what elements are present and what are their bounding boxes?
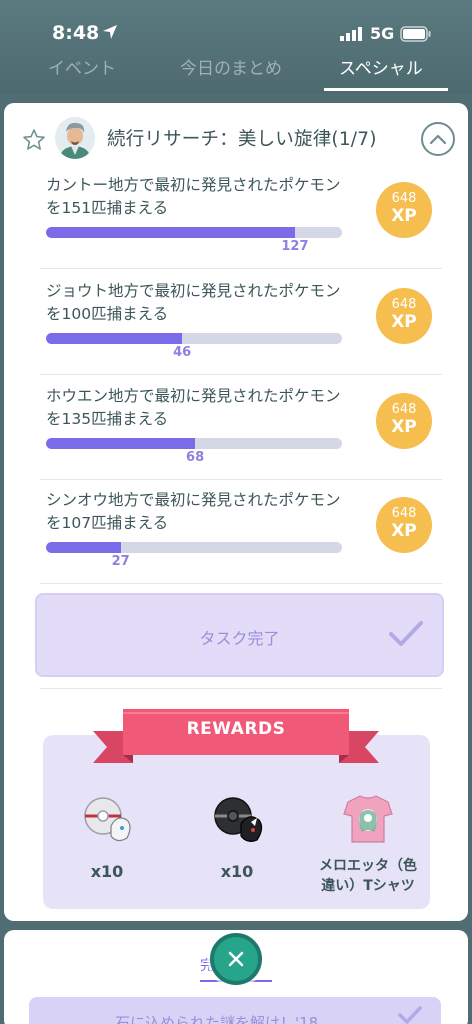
completed-research-title: 石に込められた謎を解け！'18 <box>115 1014 319 1024</box>
task-progress-count: 68 <box>186 450 205 465</box>
network-label: 5G <box>370 24 395 43</box>
xp-amount: 648 <box>391 506 417 521</box>
xp-amount: 648 <box>391 297 417 312</box>
research-title: 続行リサーチ：美しい旋律(1/7) <box>107 129 377 150</box>
location-arrow-icon <box>103 25 117 39</box>
xp-reward-badge: 648 XP <box>376 497 432 553</box>
task-progress-fill <box>46 438 196 449</box>
close-button[interactable] <box>210 933 262 985</box>
xp-label: XP <box>391 521 417 541</box>
reward-quantity: x10 <box>220 862 254 881</box>
task-complete-button[interactable]: タスク完了 <box>35 593 444 677</box>
tab-special[interactable]: スペシャル <box>339 54 423 79</box>
task-progress-count: 127 <box>281 239 309 254</box>
research-task: ホウエン地方で最初に発見されたポケモンを135匹捕まえる 68 648 XP <box>40 375 442 480</box>
task-progress-fill <box>46 227 295 238</box>
reward-quantity: x10 <box>90 862 124 881</box>
chevron-up-icon <box>429 134 447 145</box>
task-progress-bar <box>46 542 342 553</box>
active-tab-indicator <box>324 88 448 91</box>
top-bar: 8:48 5G イベント 今日のまとめ スペシャル <box>0 0 472 94</box>
task-progress-count: 27 <box>111 554 130 569</box>
xp-label: XP <box>391 206 417 226</box>
meloetta-tshirt-icon <box>343 795 393 843</box>
task-progress-fill <box>46 542 121 553</box>
tab-bar: イベント 今日のまとめ スペシャル <box>0 50 472 94</box>
research-task: シンオウ地方で最初に発見されたポケモンを107匹捕まえる 27 648 XP <box>40 479 442 584</box>
task-progress-bar <box>46 333 342 344</box>
reward-name: 違い）Tシャツ <box>321 878 415 894</box>
reward-item: x10 <box>212 790 263 881</box>
collapse-button[interactable] <box>421 122 455 156</box>
signal-icon <box>340 27 362 41</box>
premier-ball-black-pokemon-icon <box>214 797 263 842</box>
reward-item: メロエッタ（色 違い）Tシャツ <box>306 790 430 896</box>
task-description: カントー地方で最初に発見されたポケモンを151匹捕まえる <box>46 176 341 217</box>
task-complete-label: タスク完了 <box>199 629 280 648</box>
tab-event[interactable]: イベント <box>48 54 116 79</box>
research-task: カントー地方で最初に発見されたポケモンを151匹捕まえる 127 648 XP <box>40 164 442 269</box>
divider <box>40 688 442 689</box>
reward-name: メロエッタ（色 <box>319 858 417 874</box>
rewards-title: REWARDS <box>186 719 286 739</box>
professor-willow-avatar <box>55 117 95 159</box>
task-description: シンオウ地方で最初に発見されたポケモンを107匹捕まえる <box>46 491 341 532</box>
checkmark-icon <box>389 621 423 646</box>
task-progress-fill <box>46 333 183 344</box>
xp-reward-badge: 648 XP <box>376 182 432 238</box>
premier-ball-white-pokemon-icon <box>84 797 131 842</box>
star-icon[interactable] <box>22 128 46 152</box>
tab-today-summary[interactable]: 今日のまとめ <box>180 54 282 79</box>
professor-portrait-icon <box>55 117 95 159</box>
xp-amount: 648 <box>391 191 417 206</box>
close-icon <box>228 951 244 967</box>
task-description: ジョウト地方で最初に発見されたポケモンを100匹捕まえる <box>46 282 341 323</box>
checkmark-icon <box>398 1006 422 1024</box>
battery-icon <box>400 26 431 42</box>
xp-amount: 648 <box>391 402 417 417</box>
status-time: 8:48 <box>52 22 100 44</box>
xp-reward-badge: 648 XP <box>376 393 432 449</box>
xp-label: XP <box>391 312 417 332</box>
task-description: ホウエン地方で最初に発見されたポケモンを135匹捕まえる <box>46 387 341 428</box>
completed-research-item[interactable]: 石に込められた謎を解け！'18 <box>29 997 441 1024</box>
task-progress-bar <box>46 438 342 449</box>
research-task: ジョウト地方で最初に発見されたポケモンを100匹捕まえる 46 648 XP <box>40 270 442 375</box>
xp-reward-badge: 648 XP <box>376 288 432 344</box>
task-progress-count: 46 <box>173 345 192 360</box>
reward-item: x10 <box>82 790 132 881</box>
xp-label: XP <box>391 417 417 437</box>
task-progress-bar <box>46 227 342 238</box>
